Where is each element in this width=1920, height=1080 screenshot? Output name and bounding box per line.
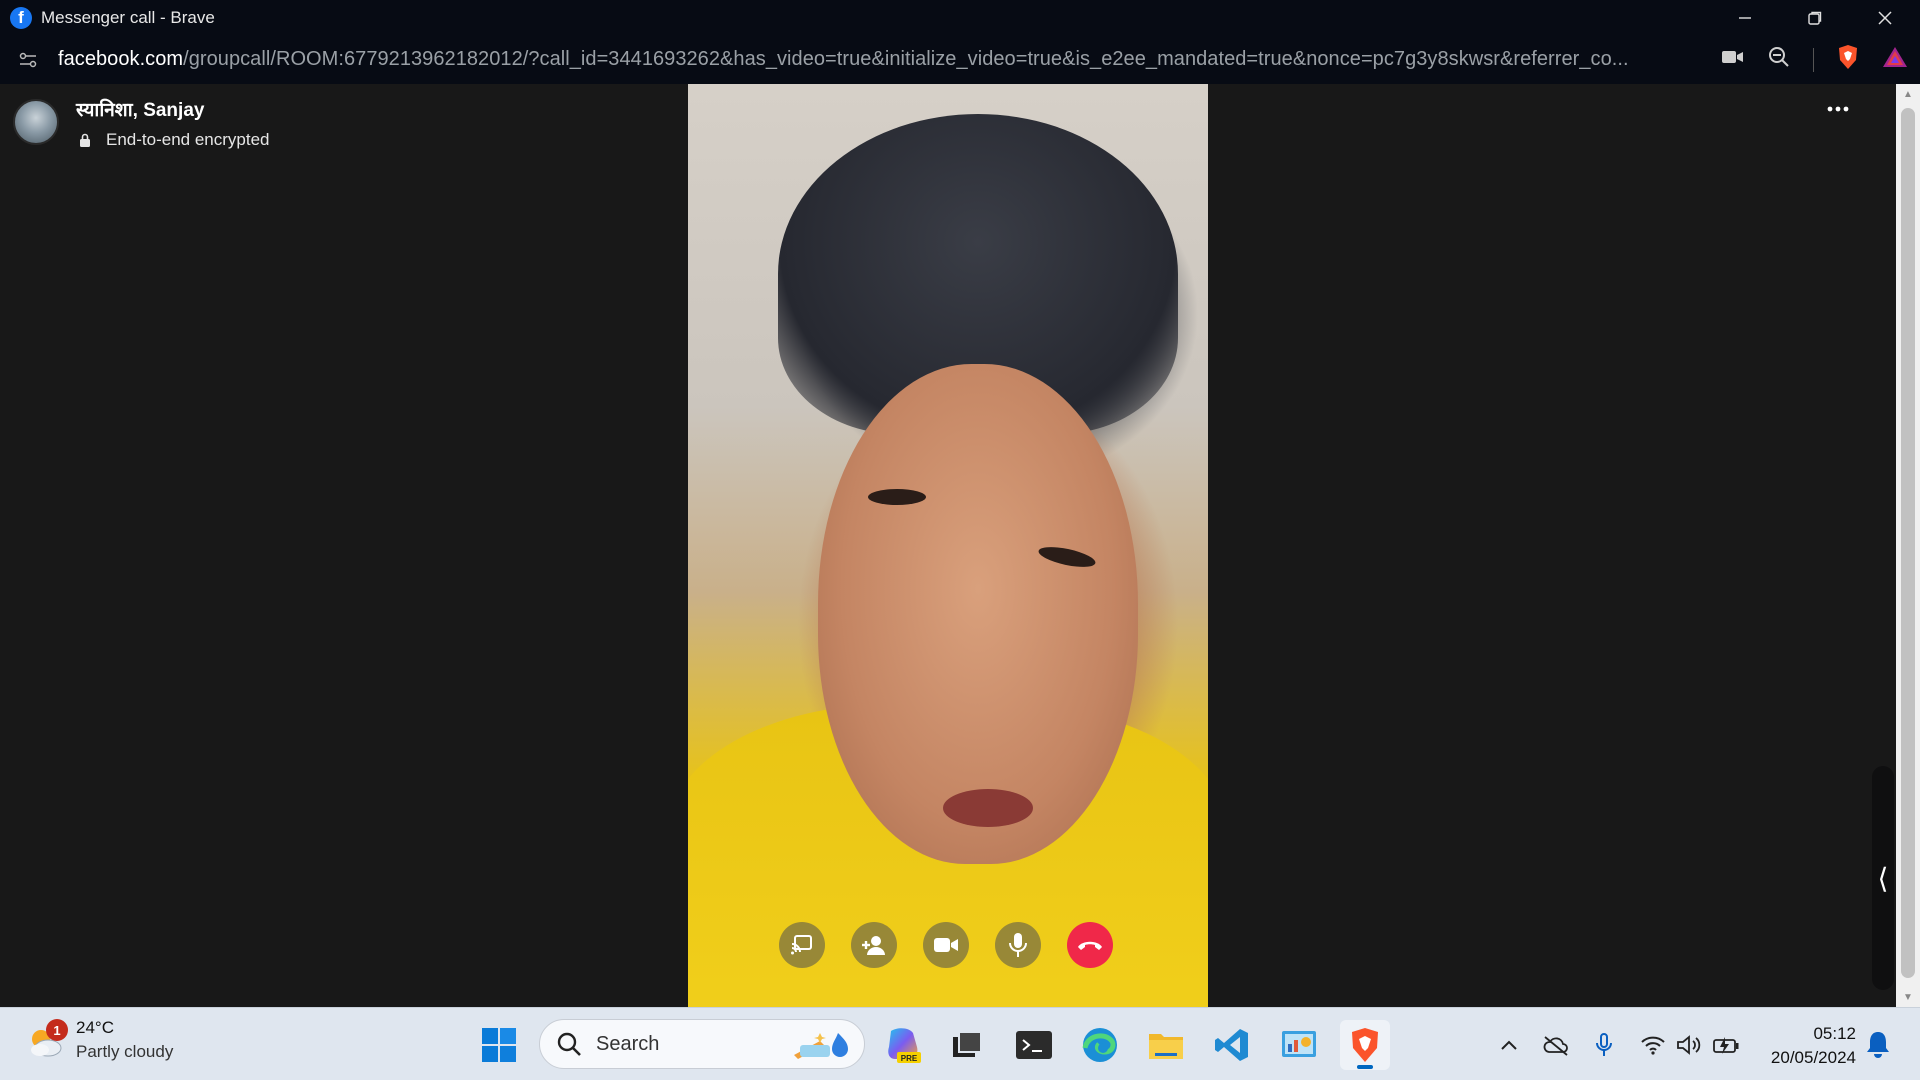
taskbar-clock[interactable]: 05:12 20/05/2024 — [1756, 1022, 1856, 1070]
url-path: /groupcall/ROOM:6779213962182012/?call_i… — [183, 48, 1629, 70]
edge-app[interactable] — [1075, 1020, 1125, 1070]
notifications-button[interactable] — [1864, 1028, 1894, 1060]
scrollbar-thumb[interactable] — [1901, 108, 1915, 978]
video-camera-icon — [934, 938, 958, 952]
terminal-icon — [1016, 1031, 1052, 1059]
svg-text:PRE: PRE — [901, 1054, 918, 1063]
brave-rewards-icon[interactable] — [1882, 45, 1908, 74]
clock-date: 20/05/2024 — [1770, 1048, 1856, 1067]
address-bar-actions — [1721, 35, 1908, 84]
end-call-button[interactable] — [1067, 922, 1113, 968]
wifi-tray[interactable] — [1638, 1030, 1668, 1060]
brave-shields-icon[interactable] — [1836, 44, 1860, 75]
encryption-status: End-to-end encrypted — [76, 130, 270, 150]
brave-app[interactable] — [1340, 1020, 1390, 1070]
partly-cloudy-icon: 1 — [24, 1019, 68, 1061]
minimize-button[interactable] — [1710, 0, 1780, 35]
search-label: Search — [596, 1032, 660, 1055]
taskbar-search[interactable]: Search — [539, 1019, 865, 1069]
active-app-indicator — [1357, 1065, 1373, 1069]
windows-start-button[interactable] — [481, 1027, 517, 1063]
control-panel-icon — [1282, 1031, 1316, 1057]
weather-condition: Partly cloudy — [76, 1042, 174, 1061]
call-controls — [779, 922, 1113, 968]
search-highlight-icon — [794, 1033, 848, 1059]
scroll-up-icon[interactable]: ▲ — [1896, 84, 1920, 104]
lock-icon — [80, 133, 90, 147]
windows-icon — [482, 1028, 516, 1062]
microphone-icon — [1009, 933, 1027, 957]
volume-tray[interactable] — [1674, 1030, 1704, 1060]
video-toggle-button[interactable] — [923, 922, 969, 968]
battery-charging-icon — [1713, 1037, 1739, 1054]
facebook-icon: f — [10, 6, 32, 29]
microphone-icon — [1596, 1033, 1612, 1056]
copilot-icon: PRE — [888, 1028, 921, 1063]
clock-time: 05:12 — [1813, 1024, 1856, 1043]
close-button[interactable] — [1850, 0, 1920, 35]
video-content — [943, 789, 1033, 827]
remote-video[interactable] — [688, 84, 1208, 1007]
add-person-button[interactable] — [851, 922, 897, 968]
scroll-down-icon[interactable]: ▼ — [1896, 987, 1920, 1007]
toolbar-divider — [1813, 47, 1814, 72]
end-call-icon — [1078, 941, 1102, 950]
battery-tray[interactable] — [1711, 1030, 1741, 1060]
weather-widget[interactable]: 1 24°C Partly cloudy — [24, 1018, 173, 1062]
collapse-sidebar-button[interactable]: ⟨ — [1872, 766, 1894, 990]
onedrive-tray[interactable] — [1541, 1030, 1571, 1060]
taskbar: 1 24°C Partly cloudy Search PRE 05:12 20… — [0, 1007, 1920, 1080]
share-screen-icon — [791, 935, 812, 955]
onedrive-offline-icon — [1543, 1036, 1568, 1056]
show-hidden-icons-button[interactable] — [1494, 1030, 1524, 1060]
video-content — [868, 489, 926, 505]
search-icon — [557, 1032, 581, 1056]
call-header: स्यानिशा, Sanjay End-to-end encrypted — [13, 99, 270, 150]
more-icon — [1827, 106, 1849, 112]
folder-icon — [1149, 1034, 1183, 1059]
page-scrollbar[interactable]: ▲ ▼ — [1896, 84, 1920, 1007]
terminal-app[interactable] — [1009, 1020, 1059, 1070]
zoom-icon[interactable] — [1767, 45, 1791, 74]
control-panel-app[interactable] — [1274, 1020, 1324, 1070]
share-screen-button[interactable] — [779, 922, 825, 968]
microphone-tray[interactable] — [1589, 1030, 1619, 1060]
call-page: स्यानिशा, Sanjay End-to-end encrypted ⟨ — [0, 84, 1896, 1007]
weather-badge: 1 — [46, 1019, 68, 1041]
site-settings-icon[interactable] — [16, 48, 40, 72]
volume-icon — [1677, 1035, 1701, 1055]
chevron-up-icon — [1501, 1040, 1517, 1050]
chevron-left-icon: ⟨ — [1877, 862, 1889, 894]
close-icon — [1878, 10, 1892, 25]
call-participants: स्यानिशा, Sanjay — [76, 100, 205, 121]
task-view-app[interactable] — [942, 1020, 992, 1070]
call-info: स्यानिशा, Sanjay End-to-end encrypted — [76, 96, 270, 150]
add-person-icon — [862, 936, 885, 955]
weather-temp: 24°C — [76, 1018, 114, 1037]
vscode-icon — [1215, 1029, 1248, 1061]
edge-icon — [1082, 1028, 1117, 1062]
minimize-icon — [1739, 16, 1751, 19]
restore-icon — [1808, 11, 1822, 25]
more-options-button[interactable] — [1820, 94, 1856, 124]
wifi-icon — [1641, 1036, 1665, 1055]
url-host: facebook.com — [58, 48, 184, 70]
file-explorer-app[interactable] — [1141, 1020, 1191, 1070]
url-field[interactable]: facebook.com/groupcall/ROOM:677921396218… — [58, 48, 1698, 71]
window-controls — [1710, 0, 1920, 35]
task-view-icon — [953, 1031, 982, 1057]
title-bar: f Messenger call - Brave — [0, 0, 1920, 35]
avatar[interactable] — [13, 99, 59, 145]
encryption-label: End-to-end encrypted — [106, 130, 270, 149]
vscode-app[interactable] — [1207, 1020, 1257, 1070]
camera-icon[interactable] — [1721, 48, 1745, 71]
address-bar: facebook.com/groupcall/ROOM:677921396218… — [0, 35, 1920, 84]
restore-button[interactable] — [1780, 0, 1850, 35]
window-title: Messenger call - Brave — [41, 7, 215, 27]
bell-icon — [1867, 1032, 1889, 1058]
copilot-preview-app[interactable]: PRE — [878, 1020, 928, 1070]
brave-icon — [1352, 1028, 1378, 1062]
microphone-button[interactable] — [995, 922, 1041, 968]
weather-text: 24°C Partly cloudy — [76, 1018, 173, 1062]
